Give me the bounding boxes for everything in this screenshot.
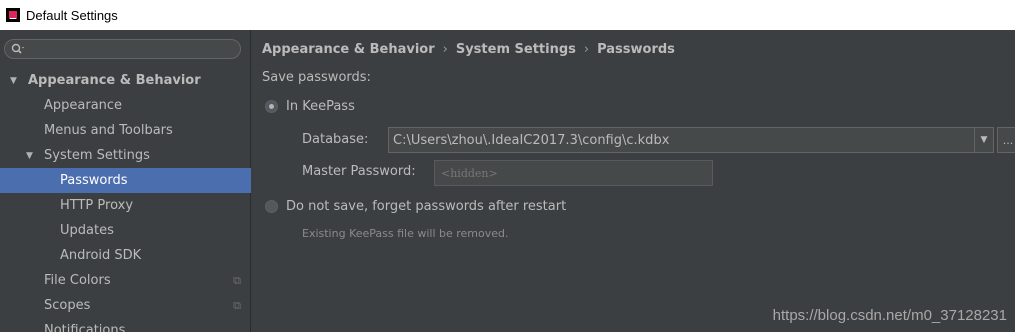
search-icon [11,43,25,55]
sidebar-item-scopes[interactable]: Scopes ⧉ [0,293,251,318]
master-password-field[interactable]: <hidden> [434,160,713,186]
master-password-label: Master Password: [302,164,416,179]
sidebar-item-label: Android SDK [60,248,142,263]
breadcrumb-item: Appearance & Behavior [262,42,435,57]
database-label: Database: [302,132,369,147]
triangle-down-icon: ▼ [980,135,988,145]
sidebar-item-notifications[interactable]: Notifications [0,318,251,332]
window-titlebar: Default Settings [0,0,1015,30]
breadcrumb-item: System Settings [455,42,576,57]
database-path-field[interactable]: C:\Users\zhou\.IdeaIC2017.3\config\c.kdb… [388,127,993,153]
do-not-save-radio[interactable] [265,200,278,213]
sidebar-item-http-proxy[interactable]: HTTP Proxy [0,193,251,218]
breadcrumb: Appearance & Behavior › System Settings … [262,42,675,57]
sidebar-item-label: Updates [60,223,114,238]
save-passwords-label: Save passwords: [262,70,371,85]
keepass-radio[interactable] [265,100,278,113]
sidebar-item-label: Appearance & Behavior [28,73,201,88]
settings-search-input[interactable] [4,39,241,59]
sidebar-item-label: System Settings [44,148,150,163]
window-title: Default Settings [26,7,118,23]
sidebar-item-file-colors[interactable]: File Colors ⧉ [0,268,251,293]
sidebar-item-appearance-behavior[interactable]: ▼ Appearance & Behavior [0,68,251,93]
sidebar-item-label: File Colors [44,273,111,288]
chevron-right-icon: › [583,42,590,57]
sidebar-item-label: Scopes [44,298,91,313]
expanded-arrow-icon: ▼ [26,150,33,161]
sidebar-item-label: Notifications [44,323,126,332]
sidebar-item-label: Menus and Toolbars [44,123,173,138]
browse-button-label: ... [1002,133,1014,147]
sidebar-item-android-sdk[interactable]: Android SDK [0,243,251,268]
watermark-text: https://blog.csdn.net/m0_37128231 [772,307,1007,324]
sidebar-item-label: Passwords [60,173,128,188]
breadcrumb-item: Passwords [597,42,675,57]
expanded-arrow-icon: ▼ [10,75,17,86]
sidebar-item-passwords[interactable]: Passwords [0,168,251,193]
keepass-removal-hint: Existing KeePass file will be removed. [302,227,509,240]
database-path-value: C:\Users\zhou\.IdeaIC2017.3\config\c.kdb… [393,132,670,148]
sidebar-item-updates[interactable]: Updates [0,218,251,243]
intellij-app-icon [6,8,20,22]
sidebar-item-label: HTTP Proxy [60,198,134,213]
sidebar-item-label: Appearance [44,98,123,113]
database-browse-button[interactable]: ... [997,127,1015,153]
project-scope-icon: ⧉ [233,298,241,312]
master-password-placeholder: <hidden> [441,166,498,180]
database-dropdown-button[interactable]: ▼ [974,127,994,153]
chevron-right-icon: › [442,42,448,57]
do-not-save-radio-label[interactable]: Do not save, forget passwords after rest… [286,199,566,214]
sidebar-item-appearance[interactable]: Appearance [0,93,251,118]
passwords-settings-panel: Appearance & Behavior › System Settings … [252,30,1015,332]
settings-sidebar: ▼ Appearance & Behavior Appearance Menus… [0,30,251,332]
sidebar-item-system-settings[interactable]: ▼ System Settings [0,143,251,168]
project-scope-icon: ⧉ [233,273,241,287]
keepass-radio-label[interactable]: In KeePass [286,99,355,114]
sidebar-item-menus-toolbars[interactable]: Menus and Toolbars [0,118,251,143]
